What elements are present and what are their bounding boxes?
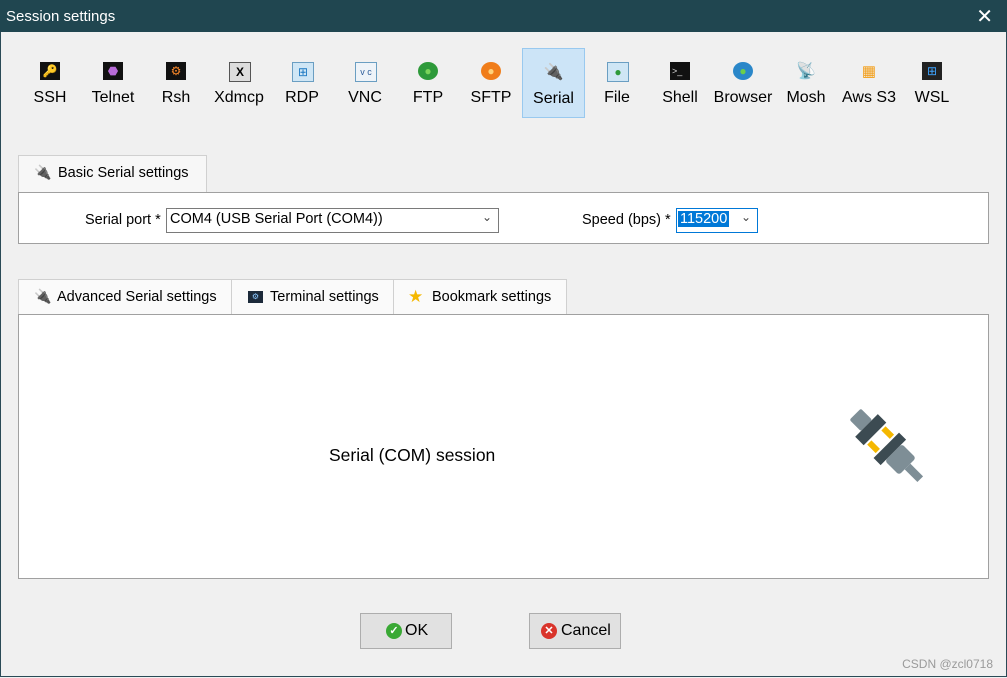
protocol-serial-button[interactable]: 🔌 Serial (522, 48, 585, 118)
tab-advanced-serial-settings[interactable]: 🔌 Advanced Serial settings (18, 279, 232, 315)
vnc-monitor-icon: v c (355, 62, 377, 82)
plug-icon: 🔌 (34, 288, 52, 304)
file-monitor-icon: ● (607, 62, 629, 82)
windows-logo-icon: ⊞ (922, 62, 942, 80)
tab-bookmark-settings[interactable]: ★ Bookmark settings (393, 279, 567, 315)
protocol-wsl-button[interactable]: ⊞ WSL (901, 48, 963, 118)
key-icon: 🔑 (40, 62, 60, 80)
protocol-aws-s3-button[interactable]: ▦ Aws S3 (838, 48, 900, 118)
check-icon: ✓ (386, 623, 402, 639)
protocol-ftp-button[interactable]: ● FTP (397, 48, 459, 118)
protocol-telnet-button[interactable]: ⬣ Telnet (82, 48, 144, 118)
cancel-button[interactable]: ✕ Cancel (529, 613, 621, 649)
chevron-down-icon: ⌄ (481, 210, 492, 224)
tab-basic-serial-settings[interactable]: 🔌 Basic Serial settings (18, 155, 207, 194)
basic-settings-panel: Serial port * COM4 (USB Serial Port (COM… (18, 192, 989, 244)
protocol-rdp-button[interactable]: ⊞ RDP (271, 48, 333, 118)
windows-monitor-icon: ⊞ (292, 62, 314, 82)
aws-cubes-icon: ▦ (861, 63, 877, 80)
protocol-mosh-button[interactable]: 📡 Mosh (775, 48, 837, 118)
xdmcp-icon: X (229, 62, 251, 82)
watermark: CSDN @zcl0718 (902, 657, 993, 671)
rsh-icon: ⚙ (166, 62, 186, 80)
orange-globe-icon: ● (481, 62, 501, 80)
terminal-icon: >_ (670, 62, 690, 80)
serial-port-select[interactable]: COM4 (USB Serial Port (COM4)) ⌄ (166, 208, 499, 233)
protocol-shell-button[interactable]: >_ Shell (649, 48, 711, 118)
protocol-rsh-button[interactable]: ⚙ Rsh (145, 48, 207, 118)
cancel-x-icon: ✕ (541, 623, 557, 639)
close-icon[interactable]: ✕ (976, 4, 993, 29)
protocol-vnc-button[interactable]: v c VNC (334, 48, 396, 118)
speed-label: Speed (bps) * (582, 212, 671, 228)
tab-terminal-settings[interactable]: ⚙ Terminal settings (231, 279, 394, 315)
protocol-file-button[interactable]: ● File (586, 48, 648, 118)
protocol-browser-button[interactable]: ● Browser (712, 48, 774, 118)
plug-icon: 🔌 (543, 64, 564, 81)
session-panel: Serial (COM) session (18, 314, 989, 579)
title-bar: Session settings ✕ (0, 0, 1007, 32)
serial-plug-icon (850, 409, 924, 483)
session-title: Serial (COM) session (329, 445, 496, 465)
terminal-settings-icon: ⚙ (248, 291, 263, 303)
chevron-down-icon: ⌄ (740, 210, 751, 224)
protocol-xdmcp-button[interactable]: X Xdmcp (208, 48, 270, 118)
serial-port-label: Serial port * (85, 212, 161, 228)
star-icon: ★ (408, 287, 424, 306)
satellite-icon: 📡 (796, 63, 816, 80)
green-globe-icon: ● (418, 62, 438, 80)
ok-button[interactable]: ✓ OK (360, 613, 452, 649)
protocol-ssh-button[interactable]: 🔑 SSH (19, 48, 81, 118)
window-title: Session settings (6, 8, 116, 25)
globe-icon: ● (733, 62, 753, 80)
telnet-icon: ⬣ (103, 62, 123, 80)
speed-select[interactable]: 115200 ⌄ (676, 208, 758, 233)
plug-icon: 🔌 (34, 164, 52, 180)
